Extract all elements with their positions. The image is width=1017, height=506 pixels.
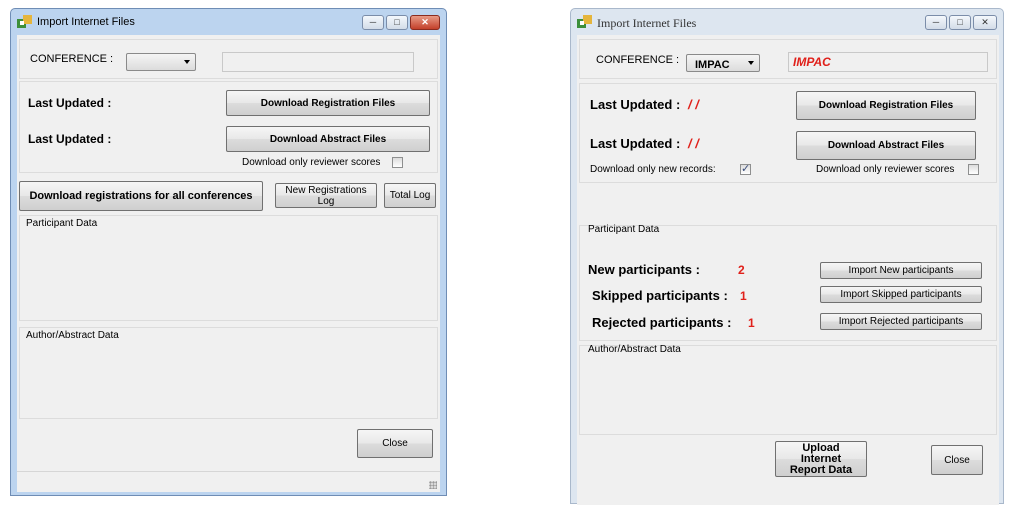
download-abstract-button[interactable]: Download Abstract Files xyxy=(796,131,976,160)
import-new-participants-button[interactable]: Import New participants xyxy=(820,262,982,279)
last-updated-label-2: Last Updated : xyxy=(590,136,681,151)
minimize-icon[interactable]: ─ xyxy=(362,15,384,30)
window-title: Import Internet Files xyxy=(597,16,697,30)
import-skipped-participants-button[interactable]: Import Skipped participants xyxy=(820,286,982,303)
last-updated-label-1: Last Updated : xyxy=(28,96,112,110)
conference-textbox[interactable] xyxy=(222,52,414,72)
participant-data-panel: Participant Data New participants : 2 Im… xyxy=(579,224,997,341)
conference-dropdown[interactable]: IMPAC xyxy=(686,54,760,72)
download-panel: Last Updated : / / Download Registration… xyxy=(579,83,997,183)
conference-textbox[interactable]: IMPAC xyxy=(788,52,988,72)
author-abstract-label: Author/Abstract Data xyxy=(588,344,681,355)
close-icon[interactable]: ✕ xyxy=(973,15,997,30)
app-icon xyxy=(17,15,32,28)
minimize-icon[interactable]: ─ xyxy=(925,15,947,30)
status-bar xyxy=(17,471,440,492)
skipped-participants-label: Skipped participants : xyxy=(592,288,728,303)
download-all-conferences-button[interactable]: Download registrations for all conferenc… xyxy=(19,181,263,211)
new-records-checkbox[interactable] xyxy=(740,162,751,175)
left-window: Import Internet Files ─ □ ✕ CONFERENCE :… xyxy=(10,8,447,496)
window-title: Import Internet Files xyxy=(37,16,135,28)
resize-grip[interactable] xyxy=(429,481,437,489)
participant-data-label: Participant Data xyxy=(588,224,660,235)
conference-panel: CONFERENCE : xyxy=(19,39,438,79)
app-icon xyxy=(577,15,592,28)
maximize-icon[interactable]: □ xyxy=(949,15,971,30)
conference-label: CONFERENCE : xyxy=(30,53,114,65)
right-client-area: CONFERENCE : IMPAC IMPAC Last Updated : … xyxy=(577,35,999,505)
download-panel: Last Updated : Download Registration Fil… xyxy=(19,81,438,173)
reviewer-scores-checkbox[interactable] xyxy=(968,164,979,175)
new-participants-label: New participants : xyxy=(588,262,700,277)
conference-dropdown[interactable] xyxy=(126,53,196,71)
left-titlebar[interactable]: Import Internet Files ─ □ ✕ xyxy=(11,9,446,35)
download-abstract-button[interactable]: Download Abstract Files xyxy=(226,126,430,152)
chevron-down-icon xyxy=(748,61,754,65)
close-icon[interactable]: ✕ xyxy=(410,15,440,30)
participant-data-panel: Participant Data xyxy=(19,215,438,321)
new-records-label: Download only new records: xyxy=(590,164,716,175)
left-client-area: CONFERENCE : Last Updated : Download Reg… xyxy=(17,35,440,471)
last-updated-value-2: / / xyxy=(688,136,699,151)
rejected-participants-count: 1 xyxy=(748,316,755,330)
reviewer-scores-label: Download only reviewer scores xyxy=(242,157,381,168)
rejected-participants-label: Rejected participants : xyxy=(592,315,732,330)
last-updated-label-2: Last Updated : xyxy=(28,132,112,146)
download-registration-button[interactable]: Download Registration Files xyxy=(226,90,430,116)
author-abstract-panel: Author/Abstract Data xyxy=(579,344,997,435)
author-abstract-label: Author/Abstract Data xyxy=(26,330,119,341)
new-participants-count: 2 xyxy=(738,263,745,277)
last-updated-value-1: / / xyxy=(688,97,699,112)
close-button[interactable]: Close xyxy=(931,445,983,475)
right-titlebar[interactable]: Import Internet Files ─ □ ✕ xyxy=(571,9,1003,35)
reviewer-scores-label: Download only reviewer scores xyxy=(816,164,955,175)
chevron-down-icon xyxy=(184,60,190,64)
right-window: Import Internet Files ─ □ ✕ CONFERENCE :… xyxy=(570,8,1004,505)
maximize-icon[interactable]: □ xyxy=(386,15,408,30)
conference-panel: CONFERENCE : IMPAC IMPAC xyxy=(579,39,997,79)
new-registrations-log-button[interactable]: New Registrations Log xyxy=(275,183,377,208)
last-updated-label-1: Last Updated : xyxy=(590,97,681,112)
download-registration-button[interactable]: Download Registration Files xyxy=(796,91,976,120)
upload-report-data-button[interactable]: Upload Internet Report Data xyxy=(775,441,867,477)
total-log-button[interactable]: Total Log xyxy=(384,183,436,208)
reviewer-scores-checkbox[interactable] xyxy=(392,157,403,168)
participant-data-label: Participant Data xyxy=(26,218,98,229)
skipped-participants-count: 1 xyxy=(740,289,747,303)
author-abstract-panel: Author/Abstract Data xyxy=(19,327,438,419)
conference-label: CONFERENCE : xyxy=(596,54,680,66)
close-button[interactable]: Close xyxy=(357,429,433,458)
import-rejected-participants-button[interactable]: Import Rejected participants xyxy=(820,313,982,330)
